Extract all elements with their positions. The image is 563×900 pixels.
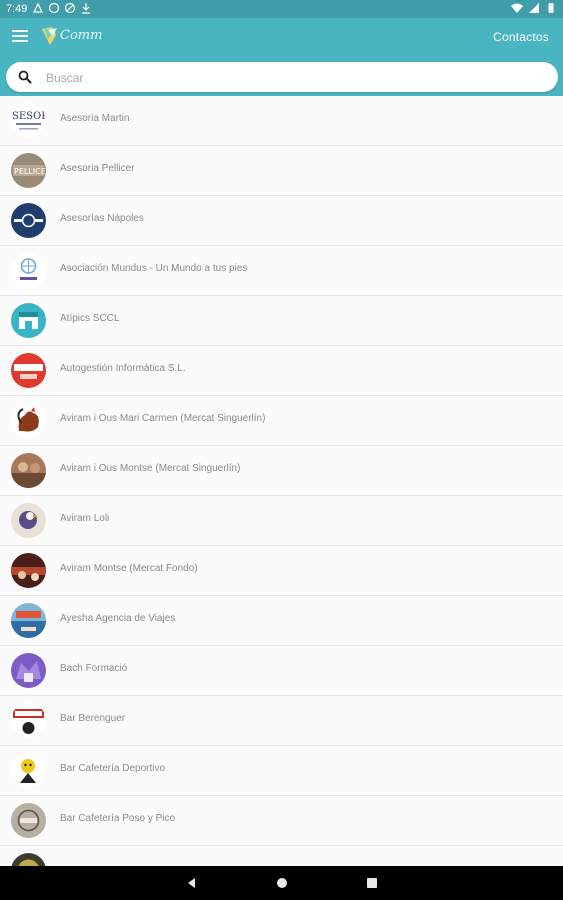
svg-text:PELLICER: PELLICER [14,167,46,176]
contact-name: Aviram Montse (Mercat Fondo) [60,563,198,574]
contact-name: Bar Cafetería Poso y Pico [60,813,176,824]
contact-row[interactable]: Aviram i Ous Montse (Mercat Singuerlín) [0,446,563,496]
battery-icon [548,3,554,13]
contact-name: Asesoria Pellicer [60,163,135,174]
contact-name: Asesorías Nápoles [60,213,144,224]
contact-name: Aviram i Ous Montse (Mercat Singuerlín) [60,463,241,474]
contact-name: Aviram Loli [60,513,110,524]
svg-text:SESORI: SESORI [12,111,46,122]
search-bar[interactable] [6,62,558,94]
app-logo-text: Comm [60,28,103,43]
pellicer-logo-icon: PELLICER [11,153,46,188]
recents-icon[interactable] [366,877,378,889]
contact-row[interactable]: Atípics SCCL [0,296,563,346]
contact-name: Autogestión Informática S.L. [60,363,186,374]
system-navigation-bar [0,866,563,900]
contact-name: Asesoria Martin [60,113,130,124]
deportivo-logo-icon [11,753,46,788]
contact-name: Atípics SCCL [60,313,120,324]
travel-photo-icon [11,603,46,638]
autogestion-logo-icon [11,353,46,388]
contact-row[interactable]: Bar Cafetería Deportivo [0,746,563,796]
bach-logo-icon [11,653,46,688]
contact-row[interactable]: PELLICER Asesoria Pellicer [0,146,563,196]
contact-list: SESORI Asesoria Martin PELLICER Asesoria… [0,96,563,866]
phone-signal-icon [33,2,43,13]
poso-logo-icon [11,803,46,838]
contact-row[interactable]: Asociación Mundus - Un Mundo a tus pies [0,246,563,296]
contact-name: Bar Berenguer [60,713,126,724]
berenguer-logo-icon [11,703,46,738]
shop-logo-icon [11,303,46,338]
status-bar: 7:49 [0,0,563,18]
wifi-icon [511,3,523,13]
contact-row[interactable]: SESORI Asesoria Martin [0,96,563,146]
stall-photo-icon [11,553,46,588]
contact-name: Ayesha Agencia de Viajes [60,613,176,624]
cell-signal-icon [529,3,539,13]
app-bar: Comm Contactos [0,18,563,96]
notification-icon [48,2,60,14]
contact-row[interactable]: Bach Formació [0,646,563,696]
contact-row[interactable]: Aviram Montse (Mercat Fondo) [0,546,563,596]
home-icon[interactable] [276,877,288,889]
contact-name: Bach Formació [60,663,128,674]
contact-name: Aviram i Ous Mari Carmen (Mercat Singuer… [60,413,266,424]
contact-row[interactable]: Aviram Loli [0,496,563,546]
contact-row[interactable]: Bar Cafetería Poso y Pico [0,796,563,846]
partial-logo-icon [11,853,46,866]
search-icon [18,70,32,84]
contact-row[interactable]: Bar Berenguer [0,696,563,746]
contact-name: Asociación Mundus - Un Mundo a tus pies [60,263,248,274]
contact-row[interactable] [0,846,563,866]
contacts-title[interactable]: Contactos [493,30,549,44]
contact-name: Bar Cafetería Deportivo [60,763,166,774]
market-photo-icon [11,453,46,488]
sesoria-logo-icon: SESORI [11,103,46,138]
contact-row[interactable]: Ayesha Agencia de Viajes [0,596,563,646]
mundus-logo-icon [11,253,46,288]
napoles-logo-icon [11,203,46,238]
contact-row[interactable]: Asesorías Nápoles [0,196,563,246]
contact-row[interactable]: Aviram i Ous Mari Carmen (Mercat Singuer… [0,396,563,446]
search-input[interactable] [44,62,548,94]
sync-icon [64,2,76,14]
status-time: 7:49 [6,3,28,15]
back-icon[interactable] [186,877,198,889]
contact-row[interactable]: Autogestión Informática S.L. [0,346,563,396]
download-icon [82,3,90,14]
chicken-logo-icon [11,503,46,538]
menu-icon[interactable] [12,30,28,44]
rooster-logo-icon [11,403,46,438]
